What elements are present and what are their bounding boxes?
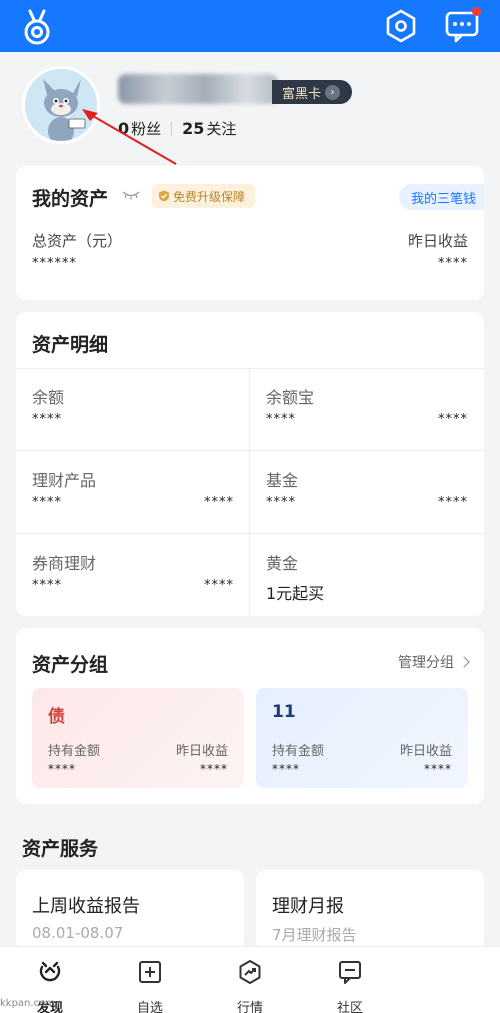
yesterday-income-label: 昨日收益 <box>399 744 452 759</box>
annotation-arrow-icon <box>82 109 177 165</box>
detail-item-label: 黄金 <box>266 554 299 573</box>
username-blurred <box>118 74 278 104</box>
my-assets-card[interactable]: 我的资产 免费升级保障 我的三笔钱 总资产（元） 昨日收益 ****** ***… <box>16 166 484 300</box>
discover-icon <box>39 961 61 982</box>
detail-item-funds[interactable]: 基金 **** **** <box>250 451 484 534</box>
service-name: 理财月报 <box>272 896 344 917</box>
service-subtitle: 08.01-08.07 <box>32 924 124 942</box>
detail-item-income: **** <box>438 495 468 510</box>
follow-label[interactable]: 关注 <box>206 118 236 139</box>
detail-item-label: 基金 <box>266 471 299 490</box>
detail-item-label: 余额 <box>32 388 65 407</box>
nav-item-watchlist[interactable]: 自选 <box>120 955 180 1013</box>
shield-icon <box>159 190 169 202</box>
detail-item-broker-wealth[interactable]: 券商理财 **** **** <box>16 534 250 617</box>
detail-item-label: 余额宝 <box>266 388 315 407</box>
yesterday-income-value: **** <box>438 256 468 271</box>
membership-badge-label: 富黑卡 <box>282 86 322 102</box>
yesterday-income-label: 昨日收益 <box>175 744 228 759</box>
total-assets-label: 总资产（元） <box>32 232 123 250</box>
nav-label: 行情 <box>236 1001 263 1013</box>
membership-badge[interactable]: 富黑卡 › <box>272 80 352 104</box>
detail-item-income: **** <box>204 578 234 593</box>
nav-label: 自选 <box>136 1001 163 1013</box>
my-assets-title: 我的资产 <box>32 188 109 210</box>
bottom-navigation: 发现 自选 行情 社区 <box>0 946 500 1013</box>
detail-item-value: 1元起买 <box>266 584 325 603</box>
community-icon <box>339 961 361 984</box>
settings-icon[interactable] <box>384 9 418 43</box>
protection-upgrade-label: 免费升级保障 <box>173 189 246 204</box>
asset-services-title: 资产服务 <box>22 838 99 860</box>
group-card-bond[interactable]: 债 持有金额 昨日收益 **** **** <box>32 688 244 788</box>
hold-amount-value: **** <box>272 762 300 776</box>
detail-item-value: **** <box>32 495 62 510</box>
hold-amount-value: **** <box>48 762 76 776</box>
detail-item-value: **** <box>266 495 296 510</box>
service-subtitle: 7月理财报告 <box>272 926 357 944</box>
detail-item-yuebao[interactable]: 余额宝 **** **** <box>250 368 484 451</box>
app-logo-icon[interactable] <box>22 8 52 46</box>
manage-groups-label: 管理分组 <box>398 655 454 671</box>
market-trend-icon <box>239 960 261 984</box>
hold-amount-label: 持有金额 <box>272 744 325 759</box>
add-favorite-icon <box>139 961 161 983</box>
service-weekly-report[interactable]: 上周收益报告 08.01-08.07 <box>16 870 244 950</box>
detail-item-balance[interactable]: 余额 **** <box>16 368 250 451</box>
nav-item-community[interactable]: 社区 <box>320 955 380 1013</box>
yesterday-income-label: 昨日收益 <box>407 232 468 250</box>
nav-label: 社区 <box>336 1001 363 1013</box>
chevron-right-icon <box>458 656 470 668</box>
manage-groups-link[interactable]: 管理分组 <box>398 652 470 672</box>
service-name: 上周收益报告 <box>32 896 140 917</box>
detail-item-value: **** <box>32 412 62 427</box>
total-assets-value: ****** <box>32 256 77 271</box>
watermark-text: kkpan.com <box>0 998 55 1009</box>
nav-item-market[interactable]: 行情 <box>220 955 280 1013</box>
service-monthly-report[interactable]: 理财月报 7月理财报告 <box>256 870 484 950</box>
yesterday-income-value: **** <box>200 762 228 776</box>
follow-count: 25 <box>182 119 205 138</box>
yesterday-income-value: **** <box>424 762 452 776</box>
asset-groups-card: 资产分组 管理分组 债 持有金额 昨日收益 **** **** 11 持有金额 … <box>16 628 484 804</box>
group-card-11[interactable]: 11 持有金额 昨日收益 **** **** <box>256 688 468 788</box>
detail-item-income: **** <box>438 412 468 427</box>
three-money-button[interactable]: 我的三笔钱 <box>398 184 484 210</box>
notification-dot <box>472 7 481 16</box>
detail-item-income: **** <box>204 495 234 510</box>
profile-section: 富黑卡 › 0 粉丝 25 关注 <box>0 52 500 162</box>
top-header <box>0 0 500 52</box>
protection-upgrade-tag[interactable]: 免费升级保障 <box>152 184 256 208</box>
eye-closed-icon[interactable] <box>122 190 140 200</box>
group-name: 11 <box>272 702 296 722</box>
detail-item-label: 券商理财 <box>32 554 97 573</box>
detail-item-value: **** <box>32 578 62 593</box>
hold-amount-label: 持有金额 <box>48 744 101 759</box>
group-name: 债 <box>48 707 65 727</box>
asset-details-title: 资产明细 <box>32 334 109 356</box>
detail-item-label: 理财产品 <box>32 471 97 490</box>
detail-item-value: **** <box>266 412 296 427</box>
chevron-right-icon: › <box>325 84 341 100</box>
asset-details-card: 资产明细 余额 **** 余额宝 **** **** 理财产品 **** ***… <box>16 312 484 616</box>
detail-item-gold[interactable]: 黄金 1元起买 <box>250 534 484 617</box>
asset-groups-title: 资产分组 <box>32 654 109 676</box>
detail-item-wealth-products[interactable]: 理财产品 **** **** <box>16 451 250 534</box>
